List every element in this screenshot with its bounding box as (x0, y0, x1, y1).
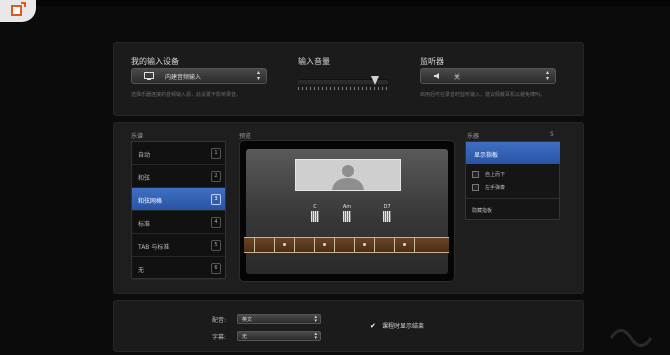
checkbox[interactable] (472, 171, 479, 178)
input-device-value: 内建音频输入 (165, 74, 202, 81)
subtitle-select[interactable]: 无 ▴ ▾ (237, 331, 321, 341)
voice-label: 配音: (211, 317, 226, 324)
hide-fretboard-option[interactable]: 隐藏指板 (472, 207, 492, 214)
monitor-dropdown[interactable]: 关 ▴ ▾ (420, 68, 556, 84)
input-volume-title: 输入音量 (298, 57, 330, 66)
chord-label: D7 (383, 204, 391, 210)
option-top-down[interactable]: 自上而下 (472, 171, 505, 178)
person-silhouette-icon (332, 165, 364, 190)
instrument-title: 乐器 (467, 133, 480, 140)
chord-diagram-icon (383, 211, 391, 222)
show-fretboard-button[interactable]: 显示指板 (466, 142, 560, 164)
subtitle-label: 字幕: (211, 334, 226, 341)
app-icon (11, 2, 26, 16)
option-left-handed[interactable]: 左手弹奏 (472, 184, 505, 191)
list-item[interactable]: 自动 1 (132, 142, 225, 165)
title-bar (0, 0, 670, 6)
chevron-updown-icon: ▴ ▾ (545, 69, 549, 82)
chevron-updown-icon: ▴ ▾ (314, 331, 317, 341)
notation-list: 自动 1 和弦 2 和弦网格 3 标准 4 TAB 与标准 5 无 6 (131, 141, 226, 280)
lesson-preview: C Am D7 (239, 140, 455, 282)
monitor-help: 启用后可在录音时监听输入，建议佩戴耳机以避免啸叫。 (420, 92, 546, 98)
watermark-logo (609, 329, 653, 347)
app-logo (0, 0, 36, 22)
instrument-number: 5 (550, 131, 554, 138)
input-device-dropdown[interactable]: 内建音频输入 ▴ ▾ (131, 68, 267, 84)
chord-diagram-icon (343, 211, 351, 222)
monitor-title: 监听器 (420, 57, 444, 66)
chord-label: C (313, 204, 317, 210)
list-item[interactable]: 和弦 2 (132, 165, 225, 188)
monitor-device-icon (144, 72, 154, 80)
list-item-selected[interactable]: 和弦网格 3 (132, 188, 225, 211)
bottom-settings-panel (113, 300, 584, 352)
lessons-title: 乐谱 (131, 133, 144, 140)
monitor-value: 关 (454, 74, 461, 81)
chord-diagram-icon (311, 211, 319, 222)
input-device-help: 选择乐器连接的音频输入源，此设置不影响录音。 (131, 92, 242, 98)
preview-stage: C Am D7 (244, 149, 449, 274)
speaker-icon (434, 73, 439, 79)
chord-label: Am (342, 204, 352, 210)
instrument-settings: 显示指板 自上而下 左手弹奏 隐藏指板 (465, 141, 560, 220)
chevron-updown-icon: ▴ ▾ (256, 69, 260, 82)
show-end-checkbox[interactable]: ✔ 课程时显示结束 (370, 321, 424, 330)
list-item[interactable]: TAB 与标准 5 (132, 234, 225, 257)
checkbox[interactable] (472, 184, 479, 191)
checkmark-icon: ✔ (370, 322, 376, 330)
guitar-fretboard (244, 237, 449, 253)
chevron-updown-icon: ▴ ▾ (314, 314, 317, 324)
divider (466, 198, 560, 199)
voice-select[interactable]: 英文 ▴ ▾ (237, 314, 321, 324)
volume-slider-knob[interactable] (371, 76, 380, 85)
list-item[interactable]: 无 6 (132, 257, 225, 280)
input-device-title: 我的输入设备 (131, 57, 179, 66)
volume-scale (298, 87, 388, 90)
video-frame (295, 159, 401, 191)
list-item[interactable]: 标准 4 (132, 211, 225, 234)
preview-title: 预览 (239, 133, 252, 140)
